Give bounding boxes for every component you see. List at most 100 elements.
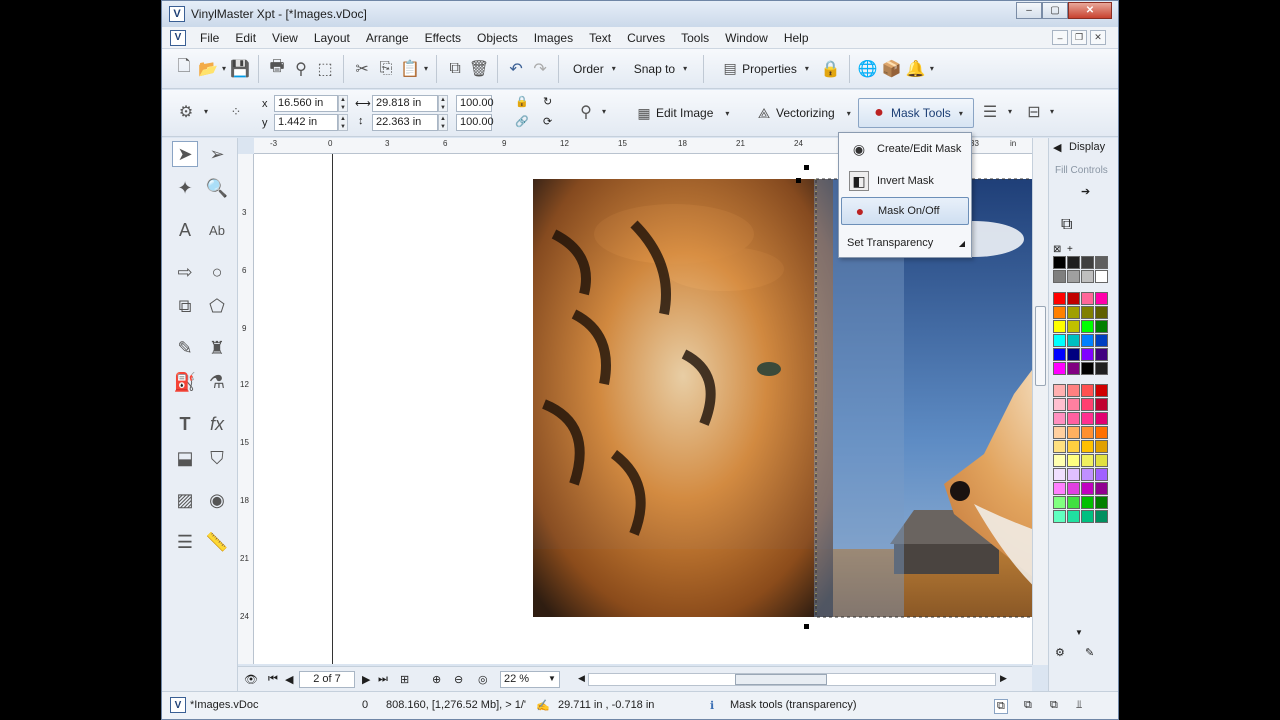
color-swatch[interactable] — [1081, 270, 1094, 283]
color-swatch[interactable] — [1081, 482, 1094, 495]
fill-stroke-icon[interactable]: ⧉ — [1061, 216, 1072, 234]
web-export-icon[interactable]: 🌐 — [856, 57, 880, 81]
contour-text-tool-icon[interactable]: T — [172, 411, 198, 437]
envelope-tool-icon[interactable]: ⬓ — [172, 445, 198, 471]
weld-tool-icon[interactable]: ⧉ — [172, 293, 198, 319]
node-select-tool-icon[interactable]: ➢ — [204, 141, 230, 167]
color-swatch[interactable] — [1067, 320, 1080, 333]
color-swatch[interactable] — [1053, 496, 1066, 509]
width-spinner[interactable]: ▲ ▼ — [438, 95, 448, 112]
clear-fill-icon[interactable]: ⊠ — [1053, 244, 1061, 255]
menu-layout[interactable]: Layout — [306, 31, 358, 45]
chevron-down-icon[interactable]: ▾ — [424, 64, 428, 73]
color-swatch[interactable] — [1067, 398, 1080, 411]
menu-item-invert-mask[interactable]: ◧ Invert Mask — [841, 167, 969, 195]
link-icon[interactable]: 🔗 — [515, 115, 529, 128]
doc-restore-button[interactable]: ❐ — [1071, 30, 1087, 45]
menu-text[interactable]: Text — [581, 31, 619, 45]
color-swatch[interactable] — [1095, 292, 1108, 305]
close-button[interactable]: ✕ — [1068, 2, 1112, 19]
color-swatch[interactable] — [1053, 334, 1066, 347]
horizontal-scrollbar[interactable] — [588, 673, 996, 686]
color-swatch[interactable] — [1053, 292, 1066, 305]
undo-icon[interactable]: ↶ — [504, 57, 528, 81]
measure-tool-icon[interactable]: 📏 — [204, 529, 230, 555]
color-swatch[interactable] — [1067, 454, 1080, 467]
color-swatch[interactable] — [1067, 440, 1080, 453]
color-swatch[interactable] — [1095, 426, 1108, 439]
color-swatch[interactable] — [1095, 468, 1108, 481]
last-page-icon[interactable]: ⏭ — [378, 673, 388, 686]
fill-arrow-icon[interactable]: ➔ — [1081, 185, 1090, 198]
color-swatch[interactable] — [1067, 482, 1080, 495]
menu-file[interactable]: File — [192, 31, 227, 45]
color-swatch[interactable] — [1067, 468, 1080, 481]
page-indicator-field[interactable]: 2 of 7 — [299, 671, 355, 688]
color-swatch[interactable] — [1081, 440, 1094, 453]
chevron-down-icon[interactable]: ▾ — [930, 64, 934, 73]
color-swatch[interactable] — [1095, 334, 1108, 347]
distribute-icon[interactable]: ⊟ — [1022, 100, 1046, 124]
color-swatch[interactable] — [1081, 384, 1094, 397]
color-swatch[interactable] — [1067, 348, 1080, 361]
document-icon[interactable]: V — [170, 29, 186, 46]
color-swatch[interactable] — [1053, 412, 1066, 425]
chevron-down-icon[interactable]: ▾ — [1050, 107, 1054, 116]
color-swatch[interactable] — [1053, 306, 1066, 319]
color-swatch[interactable] — [1067, 362, 1080, 375]
color-swatch[interactable] — [1053, 482, 1066, 495]
color-swatch[interactable] — [1053, 440, 1066, 453]
color-swatch[interactable] — [1081, 348, 1094, 361]
y-spinner[interactable]: ▲ ▼ — [338, 114, 348, 131]
x-spinner[interactable]: ▲ ▼ — [338, 95, 348, 112]
color-swatch[interactable] — [1067, 384, 1080, 397]
order-button[interactable]: Order ▾ — [565, 55, 626, 83]
pen-tool-icon[interactable]: ✎ — [172, 335, 198, 361]
shield-tool-icon[interactable]: ⛉ — [204, 445, 230, 471]
selection-handle[interactable] — [804, 624, 809, 629]
menu-help[interactable]: Help — [776, 31, 817, 45]
color-swatch[interactable] — [1067, 496, 1080, 509]
minimize-button[interactable]: – — [1016, 2, 1042, 19]
scroll-thumb[interactable] — [1035, 306, 1046, 386]
crop-icon[interactable]: ⬚ — [313, 57, 337, 81]
color-swatch[interactable] — [1095, 412, 1108, 425]
knife-tool-icon[interactable]: ♜ — [204, 335, 230, 361]
scroll-thumb[interactable] — [735, 674, 827, 685]
effects-fx-tool-icon[interactable]: fx — [204, 411, 230, 437]
palette-scroll-down-icon[interactable]: ▼ — [1075, 628, 1083, 637]
color-swatch[interactable] — [1095, 496, 1108, 509]
align-icon[interactable]: ☰ — [978, 100, 1002, 124]
package-icon[interactable]: 📦 — [880, 57, 904, 81]
color-swatch[interactable] — [1081, 398, 1094, 411]
color-swatch[interactable] — [1053, 468, 1066, 481]
fill-tool-icon[interactable]: ⛽ — [172, 369, 198, 395]
width-field[interactable]: 29.818 in — [372, 95, 438, 112]
scale-height-field[interactable]: 100.00 — [456, 114, 494, 131]
menu-objects[interactable]: Objects — [469, 31, 526, 45]
redo-icon[interactable]: ↷ — [528, 57, 552, 81]
color-swatch[interactable] — [1067, 510, 1080, 523]
menu-item-mask-on-off[interactable]: ● Mask On/Off — [841, 197, 969, 225]
node-tool-icon[interactable]: ⚙ — [174, 100, 198, 124]
eye-icon[interactable]: 👁 — [244, 673, 258, 686]
bell-icon[interactable]: 🔔 — [904, 57, 928, 81]
snap-mode-icon[interactable]: ⧉ — [994, 699, 1008, 714]
color-swatch[interactable] — [1095, 454, 1108, 467]
duplicate-icon[interactable]: ⧉ — [443, 57, 467, 81]
color-swatch[interactable] — [1067, 256, 1080, 269]
color-swatch[interactable] — [1067, 270, 1080, 283]
open-folder-icon[interactable]: 📂 — [196, 57, 220, 81]
scroll-left-icon[interactable]: ◀ — [578, 673, 585, 684]
color-swatch[interactable] — [1053, 320, 1066, 333]
trim-icon[interactable]: ⫫ — [1076, 699, 1082, 712]
menu-view[interactable]: View — [264, 31, 306, 45]
color-swatch[interactable] — [1081, 320, 1094, 333]
color-swatch[interactable] — [1081, 454, 1094, 467]
menu-images[interactable]: Images — [526, 31, 581, 45]
chevron-down-icon[interactable]: ▾ — [1008, 107, 1012, 116]
color-swatch[interactable] — [1053, 398, 1066, 411]
color-swatch[interactable] — [1095, 398, 1108, 411]
menu-tools[interactable]: Tools — [673, 31, 717, 45]
scale-width-field[interactable]: 100.00 — [456, 95, 494, 112]
